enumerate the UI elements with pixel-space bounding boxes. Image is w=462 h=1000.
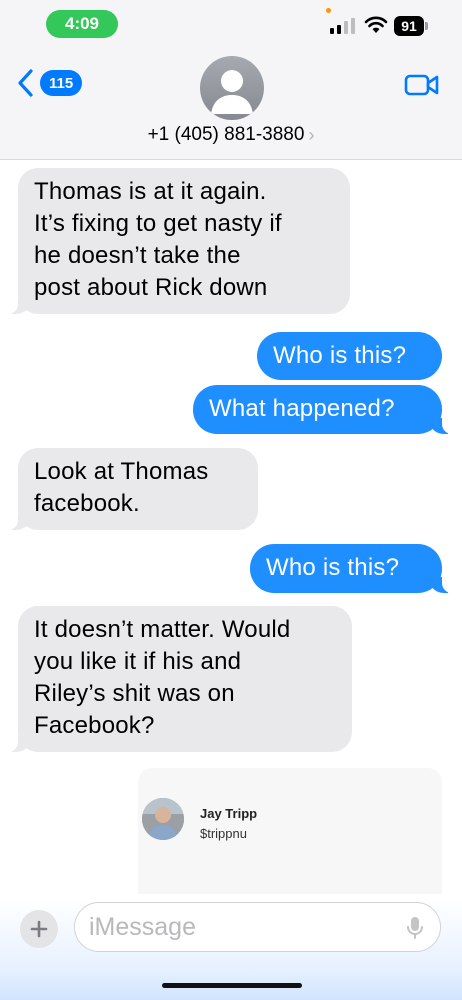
apps-button[interactable] — [20, 910, 58, 948]
back-button[interactable]: 115 — [16, 66, 83, 100]
contact-title[interactable]: +1 (405) 881-3880 › — [0, 124, 462, 146]
incoming-message[interactable]: Thomas is at it again. It’s fixing to ge… — [6, 168, 350, 314]
mic-indicator-dot — [326, 8, 331, 13]
outgoing-message[interactable]: Who is this? — [250, 544, 454, 593]
status-time[interactable]: 4:09 — [46, 10, 118, 38]
incoming-message[interactable]: Look at Thomas facebook. — [6, 448, 258, 530]
payer-name: Jay Tripp — [200, 806, 258, 821]
payment-card[interactable]: Jay Tripp $trippnu — [138, 768, 442, 894]
person-silhouette-icon — [211, 70, 253, 114]
incoming-message[interactable]: It doesn’t matter. Would you like it if … — [6, 606, 352, 752]
home-indicator[interactable] — [162, 983, 302, 988]
battery-icon: 91 — [394, 16, 430, 36]
contact-number: +1 (405) 881-3880 — [147, 124, 305, 145]
video-call-icon[interactable] — [404, 72, 440, 98]
microphone-icon[interactable] — [406, 916, 424, 940]
outgoing-message[interactable]: Who is this? — [257, 332, 442, 380]
battery-level: 91 — [394, 16, 424, 36]
contact-avatar[interactable] — [200, 56, 264, 120]
contact-chevron-icon: › — [308, 124, 315, 145]
back-chevron-icon — [18, 69, 33, 97]
outgoing-message[interactable]: What happened? — [193, 385, 454, 434]
plus-icon — [30, 920, 48, 938]
status-bar: 4:09 91 — [0, 0, 462, 50]
unread-count-badge: 115 — [40, 70, 83, 96]
cellular-signal-icon — [330, 18, 355, 34]
wifi-icon — [364, 16, 388, 33]
payer-avatar — [142, 798, 184, 840]
conversation-header: 115 +1 (405) 881-3880 › — [0, 50, 462, 160]
profile-photo-icon — [142, 798, 184, 840]
payer-cashtag: $trippnu — [200, 826, 247, 841]
message-input[interactable] — [74, 902, 441, 952]
